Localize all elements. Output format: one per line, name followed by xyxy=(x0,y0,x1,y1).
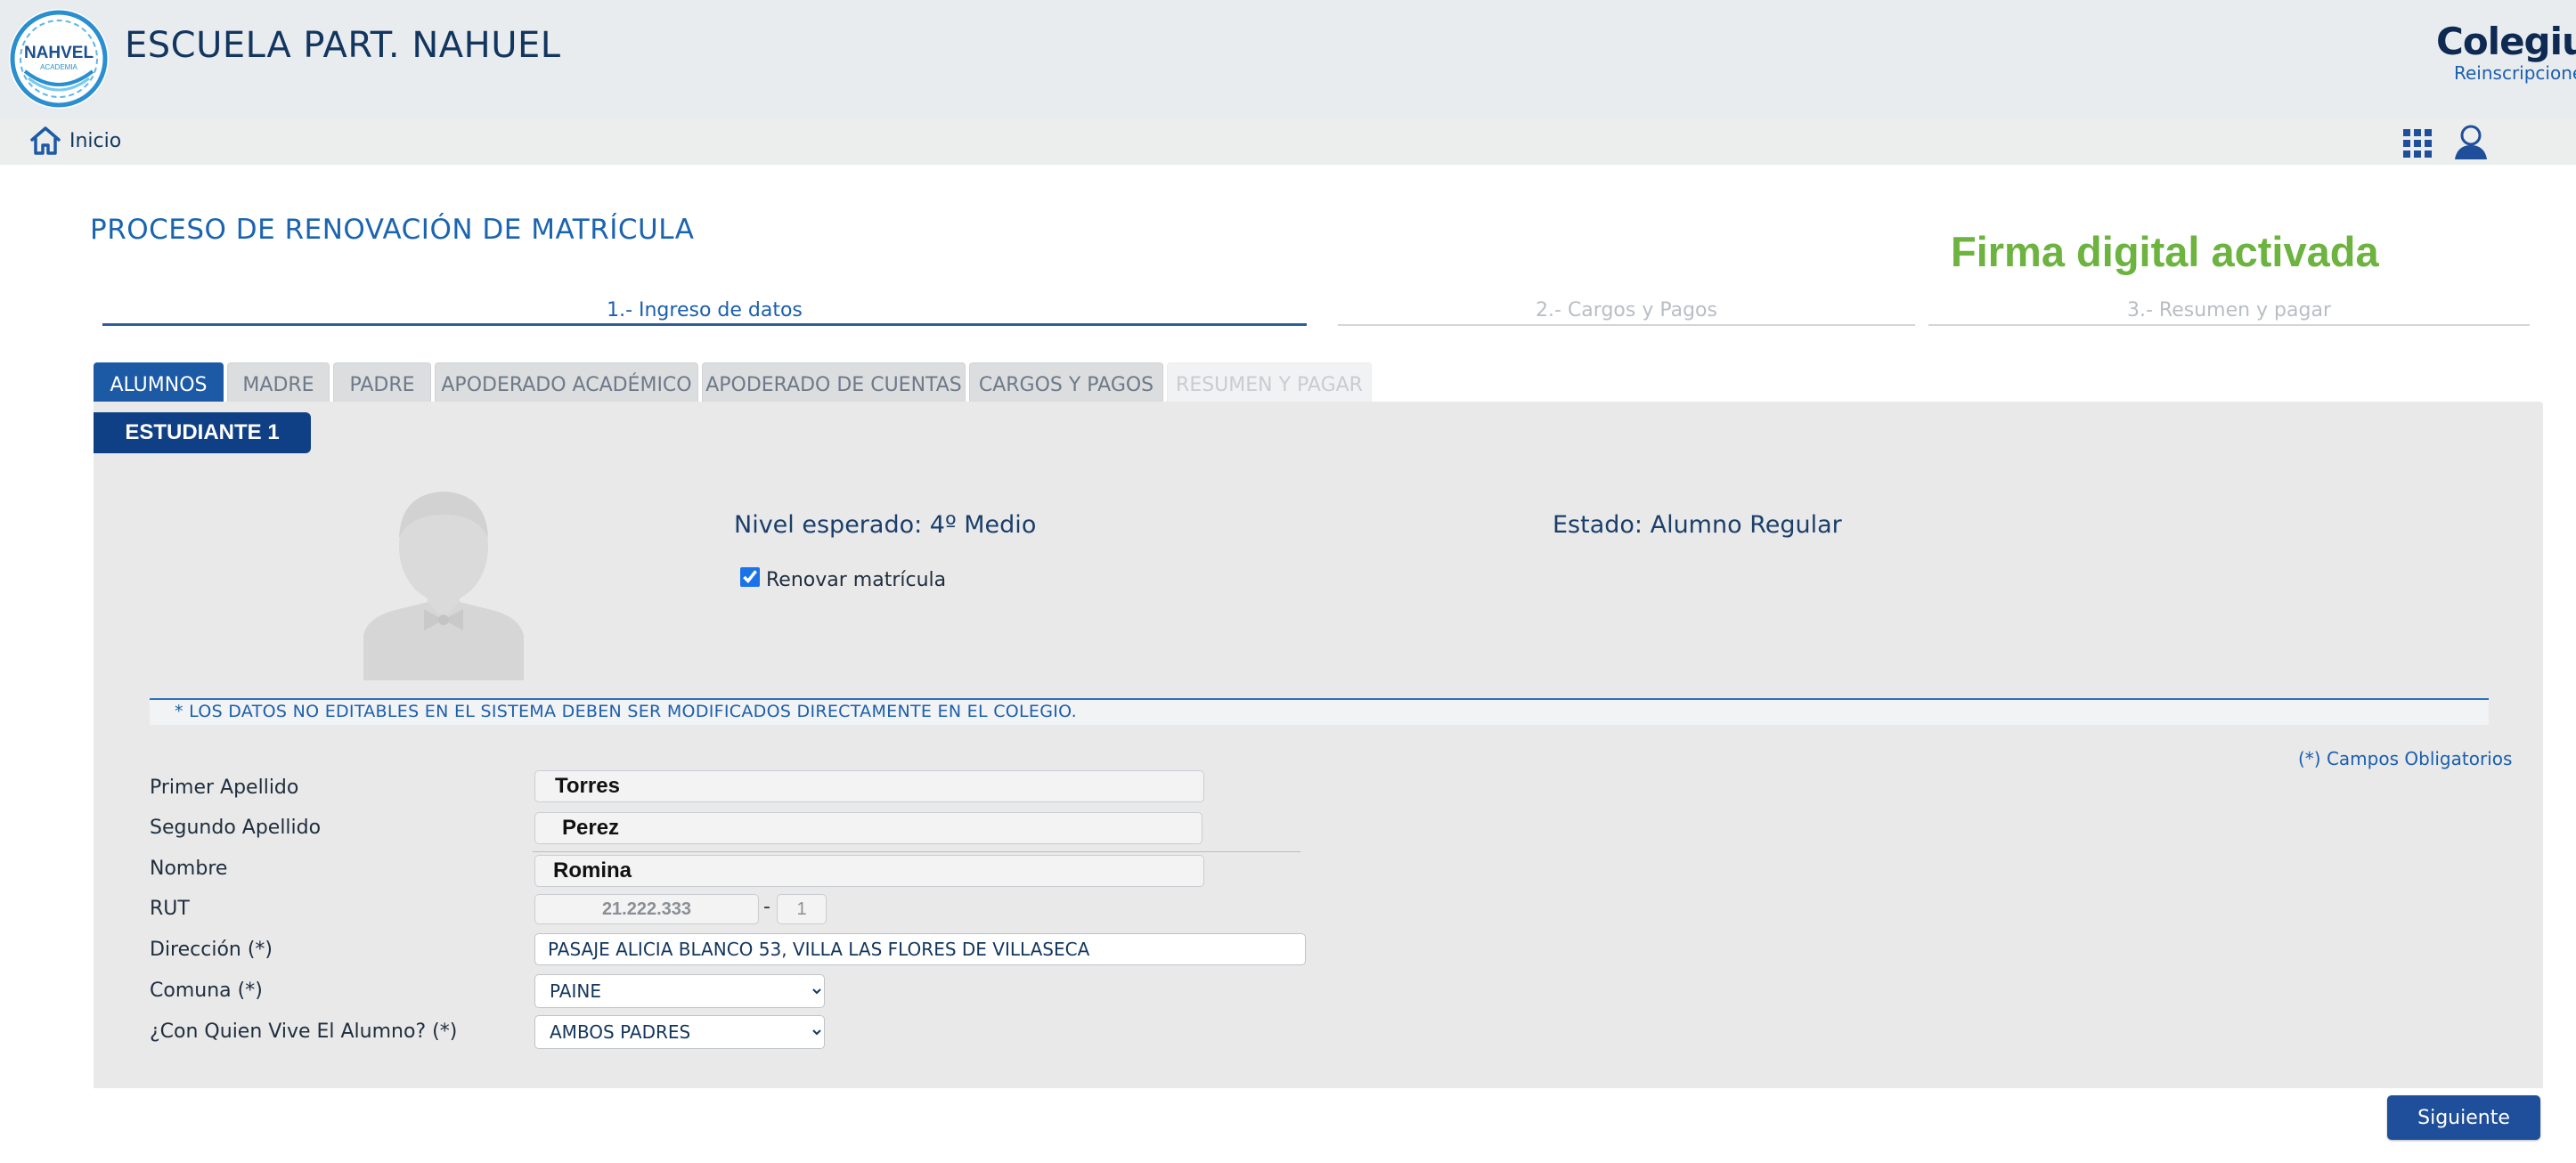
tab-apoderado-academico[interactable]: APODERADO ACADÉMICO xyxy=(435,362,698,402)
direccion-label: Dirección (*) xyxy=(150,939,273,961)
comuna-label: Comuna (*) xyxy=(150,980,263,1002)
home-link[interactable]: Inicio xyxy=(69,130,121,152)
nombre-label: Nombre xyxy=(150,858,228,880)
nav-bar xyxy=(0,118,2576,165)
digital-signature-status: Firma digital activada xyxy=(1951,228,2379,275)
rut-label: RUT xyxy=(150,898,190,920)
vive-con-select[interactable]: AMBOS PADRES xyxy=(534,1015,825,1049)
segundo-apellido-label: Segundo Apellido xyxy=(150,817,322,839)
svg-text:NAHVEL: NAHVEL xyxy=(24,44,94,62)
tab-cargos-pagos[interactable]: CARGOS Y PAGOS xyxy=(969,362,1163,402)
svg-text:ACADEMIA: ACADEMIA xyxy=(40,63,77,71)
step-2-indicator xyxy=(1338,324,1915,326)
tab-resumen-pagar: RESUMEN Y PAGAR xyxy=(1167,362,1372,402)
user-account-icon[interactable] xyxy=(2454,125,2488,164)
direccion-field[interactable] xyxy=(534,933,1306,965)
school-logo: NAHVEL ACADEMIA xyxy=(9,9,109,109)
apps-grid-icon[interactable] xyxy=(2403,129,2432,161)
expected-level: Nivel esperado: 4º Medio xyxy=(734,511,1037,539)
page-title: PROCESO DE RENOVACIÓN DE MATRÍCULA xyxy=(90,214,695,246)
home-icon[interactable] xyxy=(29,125,61,160)
rut-number-field[interactable] xyxy=(534,894,759,924)
vive-con-label: ¿Con Quien Vive El Alumno? (*) xyxy=(150,1021,458,1043)
step-3-indicator xyxy=(1928,324,2530,326)
tab-alumnos[interactable]: ALUMNOS xyxy=(94,362,224,402)
school-name: ESCUELA PART. NAHUEL xyxy=(125,25,561,66)
student-avatar xyxy=(363,484,524,684)
rut-check-digit-field[interactable] xyxy=(777,894,827,924)
non-editable-notice: * LOS DATOS NO EDITABLES EN EL SISTEMA D… xyxy=(175,702,1077,721)
primer-apellido-label: Primer Apellido xyxy=(150,777,299,799)
comuna-select[interactable]: PAINE xyxy=(534,974,825,1008)
renew-enrollment-checkbox[interactable] xyxy=(740,567,760,587)
student-ribbon: ESTUDIANTE 1 xyxy=(94,412,311,453)
nombre-field[interactable] xyxy=(534,855,1204,887)
renew-enrollment-label: Renovar matrícula xyxy=(766,569,947,591)
step-1-indicator xyxy=(102,323,1307,326)
brand-logo: Colegium xyxy=(2436,20,2576,63)
rut-separator: - xyxy=(763,896,770,918)
next-button[interactable]: Siguiente xyxy=(2387,1095,2540,1140)
tab-apoderado-cuentas[interactable]: APODERADO DE CUENTAS xyxy=(702,362,966,402)
step-1-label: 1.- Ingreso de datos xyxy=(607,299,803,321)
step-3-label: 3.- Resumen y pagar xyxy=(2126,299,2331,321)
tab-padre[interactable]: PADRE xyxy=(333,362,431,402)
segundo-apellido-field[interactable] xyxy=(534,812,1202,844)
primer-apellido-field[interactable] xyxy=(534,770,1204,802)
step-2-label: 2.- Cargos y Pagos xyxy=(1536,299,1717,321)
brand-subtitle: Reinscripciones xyxy=(2454,62,2576,84)
student-status: Estado: Alumno Regular xyxy=(1553,511,1842,539)
required-fields-note: (*) Campos Obligatorios xyxy=(2298,748,2513,769)
tab-madre[interactable]: MADRE xyxy=(227,362,330,402)
divider xyxy=(533,851,1300,852)
